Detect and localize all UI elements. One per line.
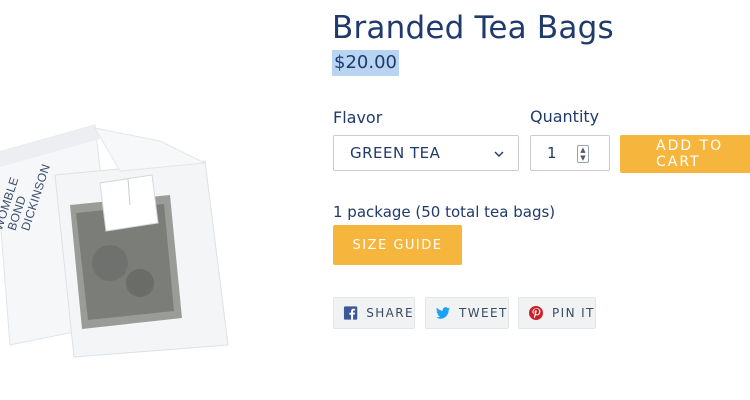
add-to-cart-button[interactable]: ADD TO CART [620, 135, 750, 173]
product-image: WOMBLE BOND DICKINSON [0, 113, 243, 383]
size-guide-button[interactable]: SIZE GUIDE [333, 225, 462, 265]
tea-bag-photo [0, 124, 229, 358]
flavor-select-value: GREEN TEA [350, 144, 441, 162]
product-price: $20.00 [332, 50, 399, 76]
share-facebook-button[interactable]: SHARE [333, 297, 415, 329]
share-pinterest-button[interactable]: PIN IT [518, 297, 596, 329]
facebook-icon [343, 306, 358, 320]
package-description: 1 package (50 total tea bags) [333, 203, 556, 221]
spinner-icon[interactable]: ▲ ▼ [577, 145, 589, 163]
quantity-input[interactable]: 1 ▲ ▼ [530, 135, 610, 171]
twitter-icon [436, 307, 450, 319]
share-pinterest-label: PIN IT [552, 306, 595, 320]
pinterest-icon [529, 306, 543, 320]
quantity-label: Quantity [530, 107, 600, 126]
flavor-label: Flavor [333, 108, 383, 127]
chevron-down-icon [494, 151, 504, 157]
share-twitter-label: TWEET [459, 306, 508, 320]
flavor-select[interactable]: GREEN TEA [333, 135, 519, 171]
share-facebook-label: SHARE [366, 306, 414, 320]
quantity-value: 1 [547, 144, 557, 162]
product-title: Branded Tea Bags [332, 10, 614, 46]
share-twitter-button[interactable]: TWEET [425, 297, 509, 329]
